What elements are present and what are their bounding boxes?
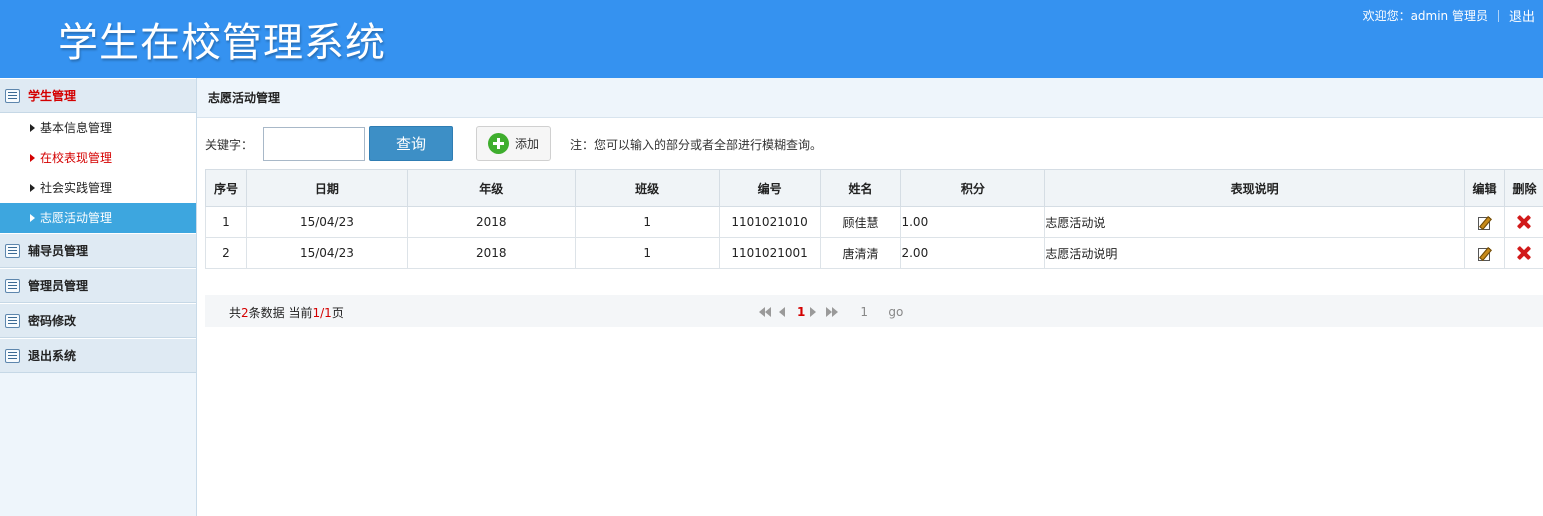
logout-link[interactable]: 退出: [1509, 6, 1535, 25]
sidebar-group-label: 密码修改: [28, 314, 77, 328]
total-count: 2: [241, 306, 249, 320]
cell-grade: 2018: [406, 237, 576, 269]
page-jump-input[interactable]: [860, 304, 883, 320]
search-toolbar: 关键字： 查询 添加 注：您可以输入的部分或者全部进行模糊查询。: [197, 118, 1543, 168]
sidebar-item-label: 在校表现管理: [40, 151, 113, 165]
cell-class: 1: [574, 206, 720, 238]
sidebar-group-student[interactable]: 学生管理: [0, 78, 196, 113]
search-hint: 注：您可以输入的部分或者全部进行模糊查询。: [570, 138, 823, 152]
column-header: 班级: [574, 169, 720, 207]
cell-date: 15/04/23: [245, 206, 408, 238]
table-row: 1 15/04/23 2018 1 1101021010 顾佳慧 1.00 志愿…: [205, 206, 1543, 238]
add-button[interactable]: 添加: [476, 126, 551, 161]
last-page-icon[interactable]: [826, 306, 842, 318]
query-button[interactable]: 查询: [369, 126, 453, 161]
caret-right-icon: [30, 214, 35, 222]
cell-index: 1: [205, 206, 247, 238]
sidebar-group-label: 学生管理: [28, 89, 77, 103]
edit-icon[interactable]: [1477, 246, 1491, 262]
column-header: 删除: [1503, 169, 1543, 207]
column-header: 姓名: [819, 169, 902, 207]
table-row: 2 15/04/23 2018 1 1101021001 唐清清 2.00 志愿…: [205, 237, 1543, 269]
list-icon: [5, 314, 20, 328]
first-page-icon[interactable]: [759, 306, 775, 318]
cell-class: 1: [574, 237, 720, 269]
cell-name: 唐清清: [819, 237, 902, 269]
sidebar-item-volunteer[interactable]: 志愿活动管理: [0, 203, 196, 233]
list-icon: [5, 279, 20, 293]
next-page-icon[interactable]: [810, 306, 822, 318]
cell-delete: [1503, 206, 1543, 238]
sidebar-group-password[interactable]: 密码修改: [0, 303, 196, 338]
header-separator: [1497, 9, 1499, 22]
caret-right-icon: [30, 124, 35, 132]
edit-icon[interactable]: [1477, 215, 1491, 231]
list-icon: [5, 244, 20, 258]
column-header: 年级: [406, 169, 576, 207]
sidebar-item-label: 基本信息管理: [40, 121, 113, 135]
table-header-row: 序号 日期 年级 班级 编号 姓名 积分 表现说明 编辑 删除: [205, 169, 1543, 207]
summary-text: 共: [229, 306, 242, 320]
main-content: 志愿活动管理 关键字： 查询 添加 注：您可以输入的部分或者全部进行模糊查询。 …: [197, 78, 1543, 516]
volunteer-table: 序号 日期 年级 班级 编号 姓名 积分 表现说明 编辑 删除 1 15/04/…: [205, 169, 1543, 269]
sidebar-group-counselor[interactable]: 辅导员管理: [0, 233, 196, 268]
delete-icon[interactable]: [1517, 246, 1531, 260]
sidebar-group-admin[interactable]: 管理员管理: [0, 268, 196, 303]
sidebar-group-label: 退出系统: [28, 349, 77, 363]
top-header: 学生在校管理系统 欢迎您：admin 管理员 退出: [0, 0, 1543, 78]
column-header: 表现说明: [1044, 169, 1465, 207]
panel-title: 志愿活动管理: [197, 78, 1543, 118]
add-button-label: 添加: [515, 137, 540, 151]
current-page-number: 1: [312, 306, 321, 320]
summary-text: 页: [331, 306, 344, 320]
pagination-bar: 共2条数据 当前1/1页 1 go: [205, 295, 1543, 327]
pager-controls: 1 go: [759, 304, 903, 320]
cell-index: 2: [205, 237, 247, 269]
prev-page-icon[interactable]: [779, 306, 791, 318]
column-header: 序号: [205, 169, 247, 207]
sidebar-group-label: 管理员管理: [28, 279, 89, 293]
plus-icon: [488, 133, 509, 154]
total-pages: 1: [324, 306, 332, 320]
cell-number: 1101021001: [718, 237, 821, 269]
sidebar: 学生管理 基本信息管理 在校表现管理 社会实践管理 志愿活动管理 辅导员管理 管…: [0, 78, 197, 516]
column-header: 积分: [900, 169, 1046, 207]
column-header: 日期: [245, 169, 408, 207]
pagination-summary: 共2条数据 当前1/1页: [229, 304, 344, 321]
sidebar-item-social-practice[interactable]: 社会实践管理: [0, 173, 196, 203]
cell-number: 1101021010: [718, 206, 821, 238]
cell-date: 15/04/23: [245, 237, 408, 269]
cell-score: 1.00: [900, 206, 1046, 238]
column-header: 编号: [718, 169, 821, 207]
sidebar-item-performance[interactable]: 在校表现管理: [0, 143, 196, 173]
sidebar-item-label: 社会实践管理: [40, 181, 113, 195]
caret-right-icon: [30, 154, 35, 162]
sidebar-group-label: 辅导员管理: [28, 244, 89, 258]
keyword-label: 关键字：: [205, 138, 254, 152]
cell-grade: 2018: [406, 206, 576, 238]
cell-score: 2.00: [900, 237, 1046, 269]
cell-description: 志愿活动说: [1044, 206, 1465, 238]
sidebar-group-exit[interactable]: 退出系统: [0, 338, 196, 373]
cell-delete: [1503, 237, 1543, 269]
page-link-current[interactable]: 1: [797, 305, 805, 319]
header-user-area: 欢迎您：admin 管理员 退出: [1363, 6, 1535, 25]
delete-icon[interactable]: [1517, 215, 1531, 229]
welcome-text: 欢迎您：admin 管理员: [1362, 9, 1488, 23]
summary-text: 条数据 当前: [248, 306, 313, 320]
sidebar-item-basic-info[interactable]: 基本信息管理: [0, 113, 196, 143]
sidebar-submenu: 基本信息管理 在校表现管理 社会实践管理 志愿活动管理: [0, 113, 196, 233]
caret-right-icon: [30, 184, 35, 192]
cell-name: 顾佳慧: [819, 206, 902, 238]
cell-edit: [1463, 206, 1505, 238]
sidebar-item-label: 志愿活动管理: [40, 211, 113, 225]
go-button[interactable]: go: [888, 305, 903, 319]
app-title: 学生在校管理系统: [58, 20, 386, 66]
cell-description: 志愿活动说明: [1044, 237, 1465, 269]
keyword-input[interactable]: [263, 127, 365, 161]
list-icon: [5, 349, 20, 363]
list-icon: [5, 89, 20, 103]
cell-edit: [1463, 237, 1505, 269]
column-header: 编辑: [1463, 169, 1505, 207]
